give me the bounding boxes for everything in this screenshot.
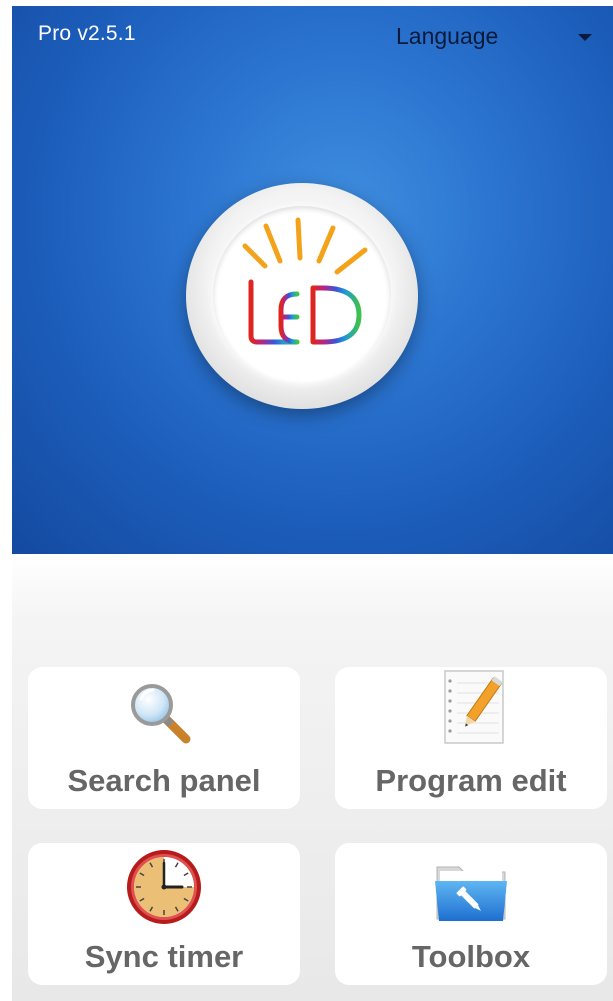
sync-timer-label: Sync timer [84, 939, 244, 974]
app-logo [186, 183, 418, 409]
clock-icon [127, 850, 201, 924]
search-panel-button[interactable]: Search panel [28, 667, 300, 809]
chevron-down-icon [578, 34, 592, 41]
toolbox-label: Toolbox [411, 939, 531, 974]
menu-panel: Search panel Program edit Sync timer Too… [12, 554, 613, 1001]
folder-tool-icon [435, 866, 507, 921]
language-label: Language [396, 23, 499, 49]
sync-timer-button[interactable]: Sync timer [28, 843, 300, 985]
search-panel-label: Search panel [67, 763, 261, 798]
toolbox-button[interactable]: Toolbox [335, 843, 607, 985]
notepad-pencil-icon [444, 670, 504, 744]
program-edit-button[interactable]: Program edit [335, 667, 607, 809]
program-edit-label: Program edit [375, 763, 567, 798]
logo-face [213, 206, 391, 384]
magnifier-icon [131, 684, 191, 744]
language-dropdown[interactable]: Language [396, 20, 600, 60]
app-screen: Pro v2.5.1 Language Search panel Program… [0, 0, 613, 1001]
header-banner: Pro v2.5.1 Language [12, 6, 613, 554]
led-logo-icon [242, 217, 368, 345]
version-label: Pro v2.5.1 [38, 22, 136, 45]
